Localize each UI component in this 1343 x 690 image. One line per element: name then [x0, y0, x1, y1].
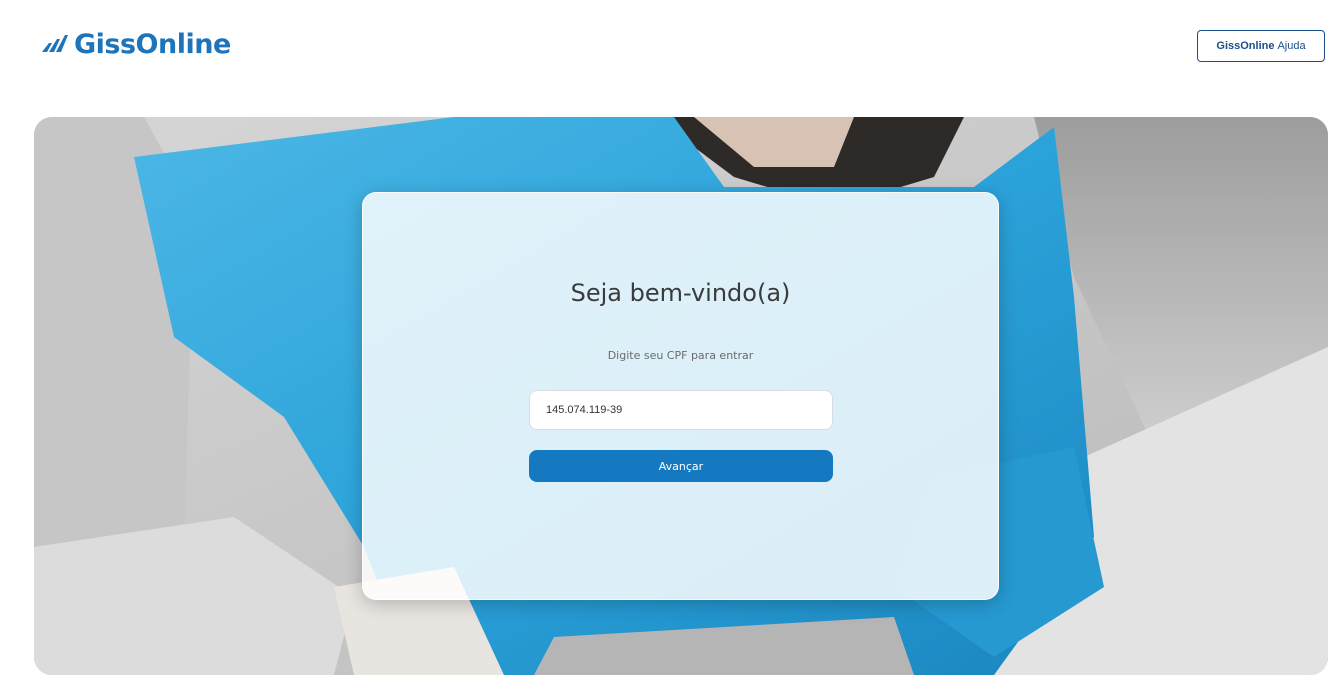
next-button[interactable]: Avançar [529, 450, 833, 482]
help-button-label: Ajuda [1277, 40, 1306, 52]
help-button-brand: GissOnline [1216, 40, 1275, 52]
login-card: Seja bem-vindo(a) Digite seu CPF para en… [362, 192, 999, 600]
gissonline-logo[interactable]: GissOnline [40, 26, 231, 62]
logo-text: GissOnline [74, 28, 231, 60]
cpf-instruction: Digite seu CPF para entrar [607, 349, 754, 362]
cpf-input[interactable] [529, 390, 833, 430]
welcome-title: Seja bem-vindo(a) [570, 279, 791, 307]
help-button[interactable]: GissOnline Ajuda [1197, 30, 1325, 62]
logo-bars-icon [42, 35, 68, 52]
header: GissOnline GissOnline Ajuda [0, 0, 1343, 100]
login-page: GissOnline GissOnline Ajuda Seja bem-vin… [0, 0, 1343, 690]
